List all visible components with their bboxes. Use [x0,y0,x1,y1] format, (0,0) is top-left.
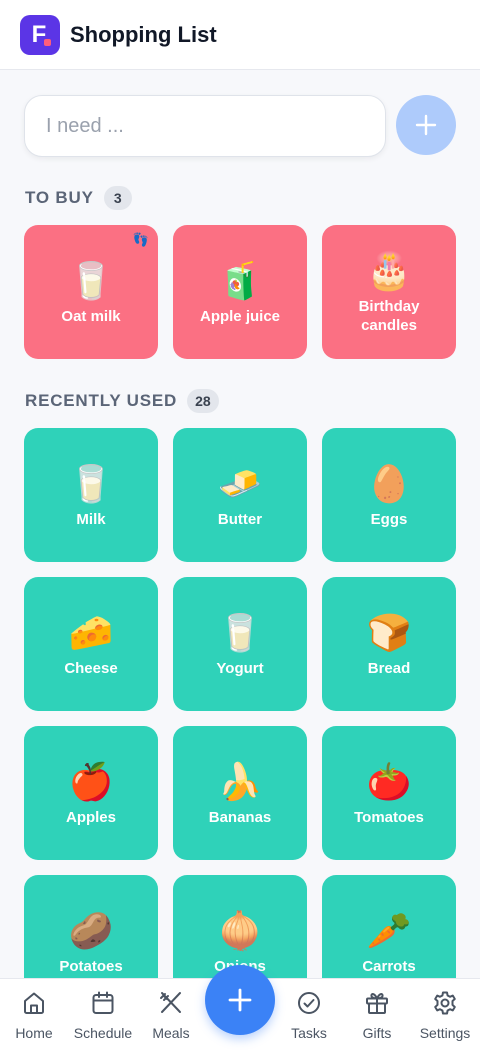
recent-item-tile[interactable]: 🥛 Milk [24,428,158,562]
item-emoji-icon: 🍌 [217,760,263,802]
recent-item-tile[interactable]: 🍅 Tomatoes [322,726,456,860]
add-item-button[interactable] [396,95,456,155]
item-search-input[interactable] [24,95,386,157]
item-label: Tomatoes [354,808,424,826]
item-emoji-icon: 🥕 [366,909,412,951]
to-buy-header: TO BUY 3 [25,185,132,211]
to-buy-tile[interactable]: 👣 🥛 Oat milk [24,225,158,359]
recent-item-tile[interactable]: 🍎 Apples [24,726,158,860]
add-item-row [24,95,456,157]
home-icon [20,989,48,1017]
item-emoji-icon: 🥛 [68,462,114,504]
recently-used-scroll-area[interactable]: 🥛 Milk 🧈 Butter 🥚 Eggs 🧀 Cheese 🥛 Yogurt… [0,428,480,978]
plus-icon [415,114,437,136]
to-buy-grid: 👣 🥛 Oat milk 🧃 Apple juice 🎂 Birthday ca… [24,225,456,359]
nav-label: Home [15,1025,53,1041]
recent-item-tile[interactable]: 🧀 Cheese [24,577,158,711]
item-label: Apples [65,808,116,826]
item-emoji-icon: 🧀 [68,611,114,653]
section-title: TO BUY [25,188,94,207]
count-badge: 3 [103,186,132,210]
item-label: Bananas [208,808,272,826]
item-label: Birthday candles [358,298,420,334]
add-fab-button[interactable] [205,965,275,1035]
recent-item-tile[interactable]: 🥔 Potatoes [24,875,158,978]
app-logo: F [20,14,60,55]
item-label: Carrots [362,957,416,975]
item-label: Bread [367,659,411,677]
gear-icon [431,989,459,1017]
recent-item-tile[interactable]: 🥚 Eggs [322,428,456,562]
item-emoji-icon: 🍞 [366,611,412,653]
nav-item-home[interactable]: Home [0,989,68,1049]
count-badge: 28 [187,389,219,413]
item-emoji-icon: 🥛 [68,259,114,301]
utensils-icon [157,989,185,1017]
nav-item-settings[interactable]: Settings [411,989,479,1049]
calendar-icon [89,989,117,1017]
nav-item-meals[interactable]: Meals [137,989,205,1049]
nav-label: Tasks [291,1025,327,1041]
recently-used-grid: 🥛 Milk 🧈 Butter 🥚 Eggs 🧀 Cheese 🥛 Yogurt… [24,428,456,978]
check-circle-icon [295,989,323,1017]
nav-item-tasks[interactable]: Tasks [275,989,343,1049]
recent-item-tile[interactable]: 🍞 Bread [322,577,456,711]
to-buy-tile[interactable]: 🎂 Birthday candles [322,225,456,359]
recently-used-header: RECENTLY USED 28 [25,388,219,414]
nav-item-gifts[interactable]: Gifts [343,989,411,1049]
item-label: Oat milk [61,307,121,325]
plus-icon [228,988,252,1012]
recent-item-tile[interactable]: 🥕 Carrots [322,875,456,978]
item-emoji-icon: 🥔 [68,909,114,951]
item-label: Apple juice [199,307,281,325]
item-label: Milk [76,510,106,528]
gift-icon [363,989,391,1017]
item-emoji-icon: 🧅 [217,909,263,951]
section-title: RECENTLY USED [25,391,178,410]
recent-item-tile[interactable]: 🍌 Bananas [173,726,307,860]
item-emoji-icon: 🥛 [217,611,263,653]
item-emoji-icon: 🥚 [366,462,412,504]
item-label: Butter [217,510,263,528]
nav-label: Meals [152,1025,190,1041]
nav-label: Schedule [73,1025,133,1041]
nav-label: Gifts [362,1025,392,1041]
item-label: Potatoes [59,957,123,975]
recent-item-tile[interactable]: 🧅 Onions [173,875,307,978]
recent-item-tile[interactable]: 🥛 Yogurt [173,577,307,711]
item-label: Cheese [64,659,118,677]
page-title: Shopping List [70,21,217,47]
item-emoji-icon: 🍅 [366,760,412,802]
nav-item-schedule[interactable]: Schedule [69,989,137,1049]
to-buy-tile[interactable]: 🧃 Apple juice [173,225,307,359]
app-header: F Shopping List [0,0,480,70]
item-emoji-icon: 🧃 [217,259,263,301]
item-emoji-icon: 🍎 [68,760,114,802]
logo-dot [44,38,51,46]
footprints-icon: 👣 [132,232,149,247]
item-label: Eggs [370,510,408,528]
recent-item-tile[interactable]: 🧈 Butter [173,428,307,562]
nav-label: Settings [419,1025,471,1041]
item-label: Yogurt [216,659,264,677]
item-emoji-icon: 🎂 [366,250,412,291]
item-emoji-icon: 🧈 [217,462,263,504]
